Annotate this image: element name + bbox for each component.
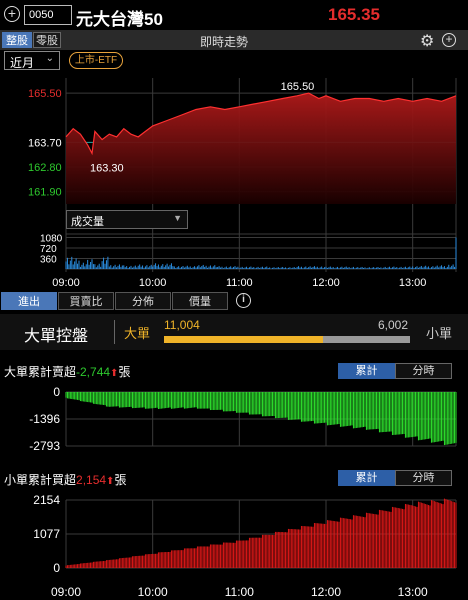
time-x-label: 09:00 [52,277,80,289]
big-order-panel-title: 大單累計賣超-2,744⬆張 [4,363,130,380]
flow-y-label: -1396 [29,412,60,426]
price-y-label: 163.70 [28,137,62,149]
tab-distribution[interactable]: 分佈 [115,292,171,310]
time-x-label: 10:00 [139,277,167,289]
small-order-panel-title: 小單累計買超2,154⬆張 [4,471,126,488]
tab-whole-lot[interactable]: 整股 [2,32,32,48]
small-order-chart: 2154 1077 0 09:00 10:00 11:00 12:00 13:00 [33,493,457,599]
time-x-label: 10:00 [138,585,168,599]
volume-y-label: 720 [40,244,57,255]
price-area-fill [66,93,456,204]
flow-y-label: 2154 [33,493,60,507]
indicator-dropdown-label: 成交量 [71,216,104,228]
price-y-label: 162.80 [28,162,62,174]
period-dropdown-label: 近月 [10,56,35,70]
gear-icon[interactable]: ⚙ [420,31,434,51]
flow-tabs: 進出 買賣比 分佈 價量 i [0,292,468,312]
market-type-badge: 上市-ETF [69,52,123,69]
small-seg-cumulative[interactable]: 累計 [338,470,395,486]
time-x-label: 13:00 [398,585,428,599]
tab-in-out[interactable]: 進出 [1,292,57,310]
big-order-unit: 張 [118,365,131,379]
stock-name: 元大台灣50 [76,10,163,29]
plus-icon[interactable]: + [442,33,456,47]
volume-y-label: 360 [40,255,57,266]
big-small-ratio-bar [164,336,410,343]
volume-y-label: 1080 [40,234,63,245]
big-order-label: 大單 [124,326,151,341]
stock-price: 165.35 [328,5,380,24]
time-x-label: 12:00 [311,585,341,599]
price-y-label: 165.50 [28,88,62,100]
top-bar: + 0050 元大台灣50 165.35 [0,0,468,30]
time-x-label: 12:00 [312,277,340,289]
tab-odd-lot[interactable]: 零股 [33,32,61,48]
tab-buy-sell-ratio[interactable]: 買賣比 [58,292,114,310]
period-dropdown[interactable]: 近月 ⌄ [4,51,60,70]
tab-price-volume[interactable]: 價量 [172,292,228,310]
time-x-label: 11:00 [226,277,253,289]
control-title: 大單控盤 [24,328,89,345]
time-x-label: 09:00 [51,585,81,599]
chevron-down-icon: ⌄ [45,53,54,64]
price-y-label: 161.90 [28,187,62,199]
flow-y-label: -2793 [29,439,60,453]
time-x-label: 11:00 [225,585,254,599]
small-seg-per-time[interactable]: 分時 [395,470,452,486]
small-order-label: 小單 [426,326,453,341]
flow-y-label: 0 [53,561,60,575]
small-order-net-value: 2,154 [76,473,107,487]
info-icon[interactable]: i [236,293,251,308]
intraday-chart: 165.50 163.70 162.80 161.90 1080720360 09:0… [28,78,457,289]
chart-section-title: 即時走勢 [200,35,249,49]
big-order-net-value: -2,744 [76,365,111,379]
big-order-fill [164,336,324,343]
low-annotation: 163.30 [90,162,124,174]
flow-y-label: 1077 [33,527,60,541]
chevron-down-icon: ▼ [173,213,182,223]
big-order-title-text: 大單累計賣超 [4,365,77,379]
small-order-title-text: 小單累計買超 [4,473,77,487]
volume-frame [65,233,457,270]
chart-tab-row: 整股 零股 即時走勢 ⚙ + [0,30,468,50]
indicator-dropdown[interactable]: 成交量 ▼ [66,210,188,229]
big-seg-cumulative[interactable]: 累計 [338,363,395,379]
big-order-control: 大單控盤 大單 11,004 6,002 小單 [0,314,468,350]
flow-y-label: 0 [53,385,60,399]
add-stock-icon[interactable]: + [4,6,20,22]
divider [114,320,115,344]
small-order-unit: 張 [114,473,127,487]
small-order-value: 6,002 [378,318,409,332]
high-annotation: 165.50 [281,81,315,93]
stock-code-input[interactable]: 0050 [24,5,72,25]
big-order-value: 11,004 [164,318,200,332]
big-seg-per-time[interactable]: 分時 [395,363,452,379]
time-x-label: 13:00 [399,277,427,289]
